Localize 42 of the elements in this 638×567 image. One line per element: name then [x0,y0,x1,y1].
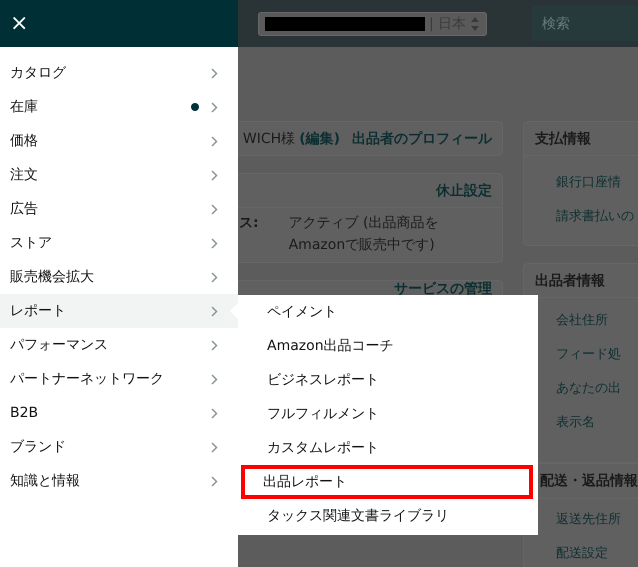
submenu-item[interactable]: 出品レポート [241,465,533,499]
menu-item[interactable]: パフォーマンス [0,328,238,362]
status-value: アクティブ (出品商品を Amazonで販売中です) [288,214,439,255]
menu-item[interactable]: ストア [0,226,238,260]
menu-item[interactable]: カタログ [0,56,238,90]
menu-item[interactable]: パートナーネットワーク [0,362,238,396]
spinner-icon [470,16,480,32]
submenu-item[interactable]: ビジネスレポート [241,363,533,397]
chevron-right-icon [211,272,218,282]
chevron-right-icon [211,374,218,384]
chevron-right-icon [211,340,218,350]
close-button[interactable]: × [8,12,30,34]
chevron-right-icon [211,442,218,452]
card-title: 支払情報 [535,130,591,148]
card-title: 出品者情報 [535,272,605,290]
submenu-item[interactable]: フルフィルメント [241,397,533,431]
status-label: ス: [239,214,259,233]
menu-item[interactable]: レポート [0,294,238,328]
chevron-right-icon [211,204,218,214]
submenu-item[interactable]: カスタムレポート [241,431,533,465]
chevron-right-icon [211,68,218,78]
seller-name: WICH様 [242,130,296,148]
chevron-right-icon [211,476,218,486]
menu-item[interactable]: 在庫 [0,90,238,124]
chevron-right-icon [211,102,218,112]
chevron-right-icon [211,238,218,248]
menu-item[interactable]: 広告 [0,192,238,226]
submenu-item[interactable]: Amazon出品コーチ [241,329,533,363]
submenu-item[interactable]: ペイメント [241,295,533,329]
menu-item[interactable]: 価格 [0,124,238,158]
menu-item[interactable]: 注文 [0,158,238,192]
card-title: 配送・返品情報 [540,472,638,490]
chevron-right-icon [211,170,218,180]
submenu-item[interactable]: タックス関連文書ライブラリ [241,499,533,533]
menu-item[interactable]: 販売機会拡大 [0,260,238,294]
menu-item[interactable]: ブランド [0,430,238,464]
search-field[interactable]: 検索 [532,6,638,41]
chevron-right-icon [211,136,218,146]
menu-item[interactable]: 知識と情報 [0,464,238,498]
chevron-right-icon [211,408,218,418]
menu-item[interactable]: B2B [0,396,238,430]
chevron-right-icon [211,306,218,316]
